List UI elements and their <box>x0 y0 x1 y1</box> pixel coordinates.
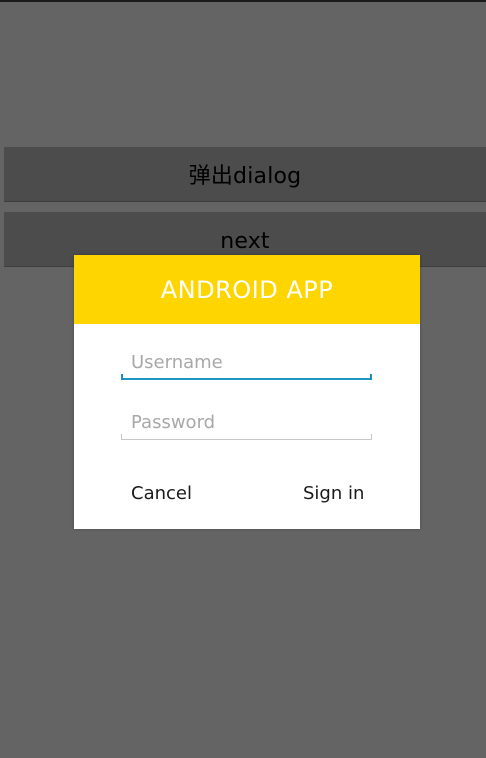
password-input[interactable] <box>131 408 366 436</box>
sign-in-button[interactable]: Sign in <box>303 483 364 504</box>
password-underline-right-tick <box>371 434 372 440</box>
username-input[interactable] <box>131 348 366 376</box>
show-dialog-button-label: 弹出dialog <box>188 164 302 189</box>
username-underline <box>121 378 372 380</box>
show-dialog-button[interactable]: 弹出dialog <box>4 147 486 201</box>
username-underline-right-tick <box>370 374 372 380</box>
password-field[interactable] <box>121 408 372 440</box>
password-underline <box>121 439 372 440</box>
next-button-label: next <box>220 229 270 254</box>
dialog-title: ANDROID APP <box>160 275 334 304</box>
dialog-header: ANDROID APP <box>74 255 420 324</box>
username-field[interactable] <box>121 348 372 380</box>
username-underline-left-tick <box>121 374 123 380</box>
password-underline-left-tick <box>121 434 122 440</box>
cancel-button[interactable]: Cancel <box>131 483 192 504</box>
login-dialog: ANDROID APP Cancel Sign in <box>74 255 420 529</box>
status-bar-edge <box>0 0 486 2</box>
